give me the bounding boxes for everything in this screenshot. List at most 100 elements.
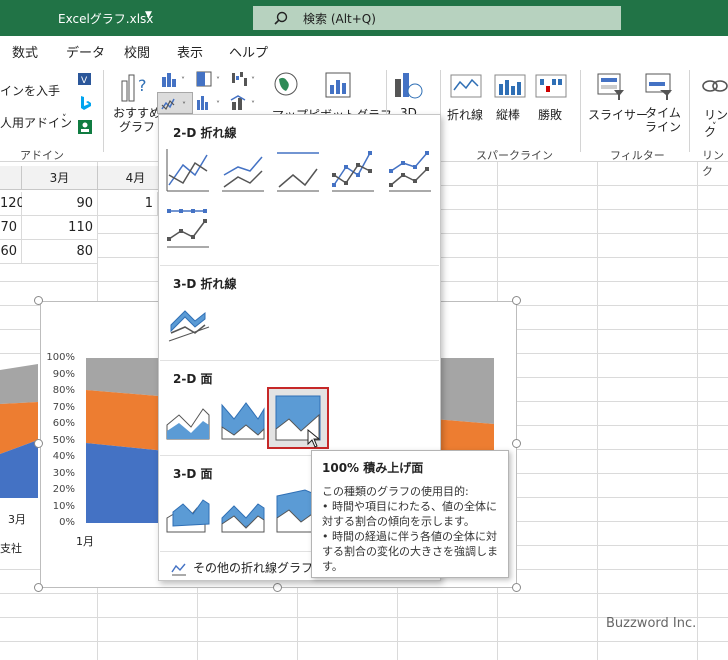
left-chart-plot	[0, 364, 38, 498]
table-cell[interactable]: 1	[98, 192, 158, 216]
stacked-line-option[interactable]	[220, 147, 266, 193]
column-header-march[interactable]: 3月	[22, 166, 98, 190]
line-chart-button[interactable]: ˅	[157, 92, 193, 114]
search-box[interactable]: 検索 (Alt+Q)	[253, 6, 621, 30]
chart-type-tooltip: 100% 積み上げ面 この種類のグラフの使用目的: • 時間や項目にわたる、値の…	[311, 450, 509, 578]
tab-review[interactable]: 校閲	[124, 42, 150, 61]
tooltip-title: 100% 積み上げ面	[322, 461, 424, 475]
y-tick-label: 60%	[52, 418, 75, 429]
tab-help[interactable]: ヘルプ	[229, 42, 268, 61]
column-chart-icon[interactable]: ˅	[160, 70, 190, 88]
resize-handle[interactable]	[512, 583, 521, 592]
slicer-label[interactable]: スライサー	[588, 106, 648, 123]
section-3d-area: 3-D 面	[173, 467, 213, 481]
table-cell[interactable]: 120	[0, 192, 25, 216]
statistic-chart-icon[interactable]: ˅	[195, 94, 225, 112]
tab-data[interactable]: データ	[66, 42, 105, 61]
section-2d-line: 2-D 折れ線	[173, 126, 237, 140]
link-icon[interactable]	[700, 72, 728, 100]
y-tick-label: 90%	[52, 368, 75, 380]
tab-view[interactable]: 表示	[177, 42, 203, 61]
svg-text:?: ?	[138, 76, 147, 95]
file-name[interactable]: Excelグラフ.xlsx	[58, 10, 153, 27]
bing-icon[interactable]	[77, 95, 93, 111]
y-tick-label: 20%	[52, 484, 75, 495]
sparkline-winloss-icon[interactable]	[535, 74, 567, 100]
left-chart[interactable]: 3月 支社	[0, 358, 40, 568]
line-chart-icon: ˅	[161, 98, 186, 111]
stacked-area-option[interactable]	[220, 395, 266, 441]
y-tick-label: 10%	[52, 500, 75, 512]
sparkline-winloss-label[interactable]: 勝敗	[538, 106, 562, 123]
resize-handle[interactable]	[512, 296, 521, 305]
line-chart-small-icon	[171, 563, 186, 575]
resize-handle[interactable]	[273, 583, 282, 592]
100-stacked-line-markers-option[interactable]	[165, 203, 211, 249]
y-tick-label: 0%	[59, 517, 75, 528]
timeline-label[interactable]: タイム ライン	[645, 106, 681, 134]
svg-text:˅: ˅	[216, 76, 220, 85]
watermark: Buzzword Inc.	[606, 616, 697, 631]
3d-map-icon[interactable]	[393, 71, 425, 101]
sparkline-column-label[interactable]: 縦棒	[496, 106, 520, 123]
visio-icon[interactable]: V	[77, 71, 93, 87]
y-tick-label: 50%	[52, 434, 75, 446]
hierarchy-chart-icon[interactable]: ˅	[195, 70, 225, 88]
svg-text:˅: ˅	[182, 101, 186, 110]
resize-handle[interactable]	[34, 296, 43, 305]
svg-text:˅: ˅	[251, 100, 255, 109]
sparkline-line-label[interactable]: 折れ線	[447, 106, 483, 123]
stacked-line-markers-option[interactable]	[387, 147, 433, 193]
people-graph-icon[interactable]	[77, 119, 93, 135]
chevron-down-icon[interactable]: ˅	[712, 122, 717, 132]
table-cell[interactable]: 70	[0, 216, 22, 240]
100-stacked-area-option[interactable]	[267, 387, 329, 449]
table-cell[interactable]: 80	[22, 240, 98, 264]
table-cell[interactable]: 60	[0, 240, 22, 264]
search-icon	[274, 11, 288, 25]
table-cell[interactable]: 110	[22, 216, 98, 240]
y-tick-label: 100%	[46, 352, 75, 363]
cursor-icon	[307, 429, 321, 448]
y-tick-label: 40%	[52, 451, 75, 462]
get-addins-button[interactable]: インを入手	[0, 82, 60, 99]
area-chart-option[interactable]	[165, 395, 211, 441]
3d-stacked-area-option[interactable]	[220, 488, 266, 534]
tab-formulas[interactable]: 数式	[12, 42, 38, 61]
table-cell[interactable]: 90	[22, 192, 98, 216]
chevron-down-icon[interactable]: ˅	[62, 114, 67, 124]
tooltip-body: この種類のグラフの使用目的: • 時間や項目にわたる、値の全体に対する割合の傾向…	[322, 485, 498, 573]
y-tick-label: 70%	[52, 401, 75, 413]
addin-group-label: アドイン	[20, 149, 64, 162]
left-chart-series: 支社	[0, 542, 22, 555]
resize-handle[interactable]	[34, 439, 43, 448]
100-stacked-line-option[interactable]	[275, 147, 321, 193]
sparkline-line-icon[interactable]	[450, 74, 482, 100]
x-axis-label: 1月	[76, 535, 94, 548]
slicer-icon[interactable]	[596, 72, 626, 102]
title-bar: Excelグラフ.xlsx ▼ 検索 (Alt+Q)	[0, 0, 728, 36]
svg-text:˅: ˅	[181, 76, 185, 85]
3d-area-option[interactable]	[165, 488, 211, 534]
recommended-charts-icon[interactable]: ?	[119, 71, 153, 105]
combo-chart-icon[interactable]: ˅	[230, 94, 260, 112]
sparkline-group-label: スパークライン	[476, 149, 553, 162]
y-tick-label: 80%	[52, 385, 75, 396]
line-chart-option[interactable]	[165, 147, 211, 193]
section-3d-line: 3-D 折れ線	[173, 277, 237, 291]
waterfall-chart-icon[interactable]: ˅	[230, 70, 260, 88]
resize-handle[interactable]	[34, 583, 43, 592]
search-placeholder: 検索 (Alt+Q)	[303, 12, 376, 26]
filter-group-label: フィルター	[610, 149, 665, 162]
timeline-icon[interactable]	[644, 72, 674, 102]
line-with-markers-option[interactable]	[330, 147, 376, 193]
recommended-charts-label[interactable]: おすすめ グラフ	[113, 106, 161, 134]
pivot-chart-icon[interactable]	[324, 71, 354, 101]
chevron-down-icon[interactable]: ▼	[145, 10, 152, 20]
section-2d-area: 2-D 面	[173, 372, 213, 386]
map-chart-icon[interactable]	[272, 71, 300, 101]
svg-text:˅: ˅	[216, 100, 220, 109]
3d-line-option[interactable]	[165, 297, 211, 343]
resize-handle[interactable]	[512, 439, 521, 448]
sparkline-column-icon[interactable]	[494, 74, 526, 100]
